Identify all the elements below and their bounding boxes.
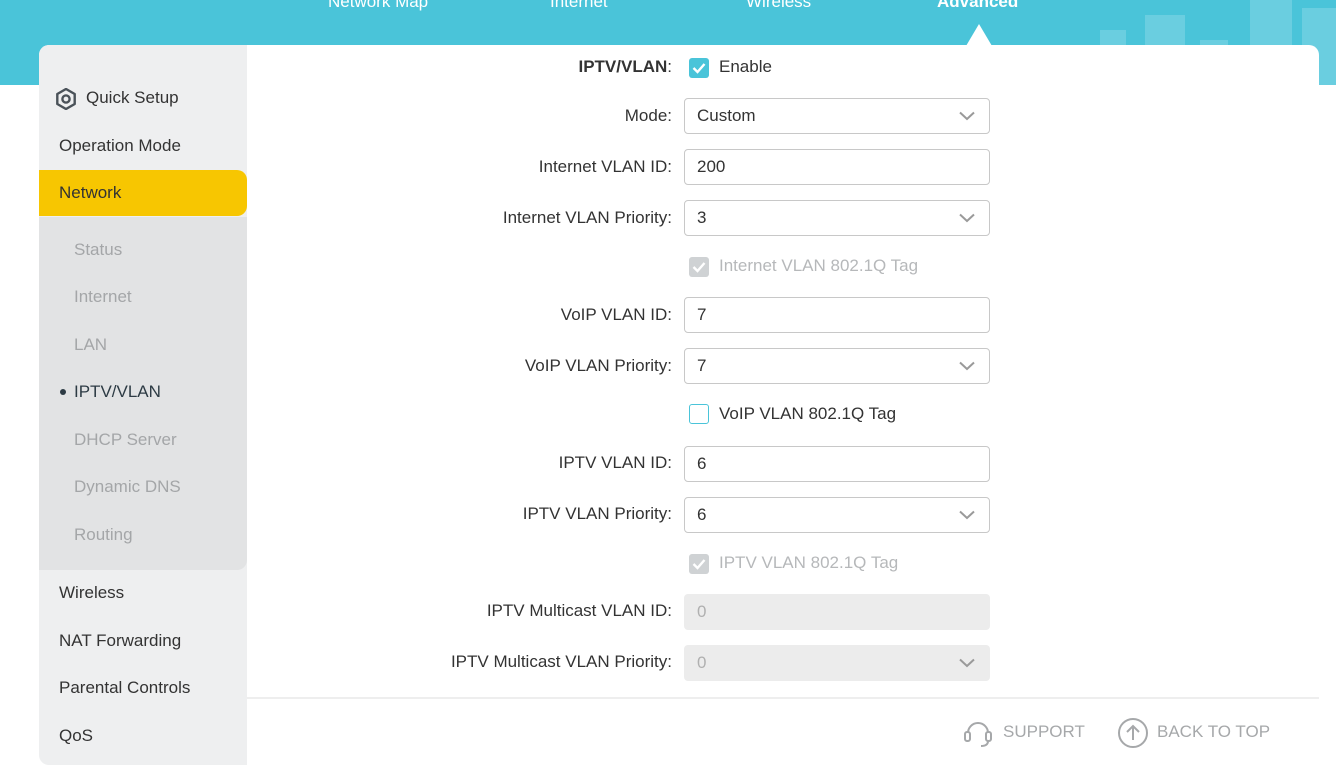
chevron-down-icon [959,361,975,371]
voip-vlan-priority-label: VoIP VLAN Priority: [524,356,672,375]
iptv-multicast-vlan-priority-value: 0 [697,653,707,672]
sidebar-item-label: Quick Setup [86,88,179,107]
headset-icon [964,722,992,747]
mode-label: Mode: [624,106,672,125]
top-nav: Network Map Internet Wireless Advanced [0,0,1336,14]
voip-vlan-tag-label: VoIP VLAN 802.1Q Tag [719,404,897,423]
checkmark-icon [692,63,706,74]
voip-vlan-tag-checkbox[interactable] [689,404,709,424]
voip-vlan-priority-select[interactable]: 7 [684,348,990,384]
checkmark-icon [692,262,706,273]
internet-vlan-id-label: Internet VLAN ID: [538,157,672,176]
footer-divider [247,697,1319,699]
sidebar-item-label: QoS [59,726,94,745]
tab-network-map[interactable]: Network Map [328,0,428,12]
mode-select[interactable]: Custom [684,98,990,134]
iptv-multicast-vlan-priority-select[interactable]: 0 [684,645,990,681]
tab-wireless[interactable]: Wireless [746,0,811,12]
chevron-down-icon [959,658,975,668]
submenu-item-routing[interactable]: Routing [74,520,133,550]
internet-vlan-tag-label: Internet VLAN 802.1Q Tag [719,256,919,275]
iptv-vlan-id-input[interactable]: 6 [684,446,990,482]
current-item-dot [60,389,66,395]
voip-vlan-priority-value: 7 [697,356,707,375]
support-label: SUPPORT [1003,722,1085,741]
voip-vlan-id-input[interactable]: 7 [684,297,990,333]
internet-vlan-id-value: 200 [697,157,726,176]
submenu-item-status[interactable]: Status [74,235,122,265]
iptv-vlan-priority-label: IPTV VLAN Priority: [522,504,672,523]
internet-vlan-id-input[interactable]: 200 [684,149,990,185]
submenu-item-dhcp-server[interactable]: DHCP Server [74,425,177,455]
iptv-vlan-id-value: 6 [697,454,707,473]
iptv-multicast-vlan-id-label: IPTV Multicast VLAN ID: [486,601,672,620]
chevron-down-icon [959,111,975,121]
sidebar-item-qos[interactable]: QoS [39,713,247,759]
sidebar-item-label: Wireless [59,583,125,602]
iptv-vlan-label: IPTV/VLAN: [578,57,672,76]
iptv-vlan-enable-checkbox[interactable] [689,58,709,78]
voip-vlan-id-label: VoIP VLAN ID: [560,305,672,324]
chevron-down-icon [959,213,975,223]
chevron-down-icon [959,510,975,520]
sidebar-item-label: Network [59,183,122,202]
tab-internet[interactable]: Internet [550,0,608,12]
sidebar-item-label: Operation Mode [59,136,181,155]
internet-vlan-tag-checkbox[interactable] [689,257,709,277]
voip-vlan-id-value: 7 [697,305,707,324]
internet-vlan-priority-select[interactable]: 3 [684,200,990,236]
submenu-item-iptv-vlan[interactable]: IPTV/VLAN [74,377,161,407]
iptv-vlan-id-label: IPTV VLAN ID: [558,453,672,472]
sidebar-item-label: NAT Forwarding [59,631,182,650]
iptv-vlan-tag-label: IPTV VLAN 802.1Q Tag [719,553,899,572]
arrow-up-circle-icon [1118,718,1148,748]
tab-advanced[interactable]: Advanced [937,0,1018,12]
iptv-vlan-priority-value: 6 [697,505,707,524]
sidebar-item-label: Parental Controls [59,678,191,697]
iptv-multicast-vlan-id-value: 0 [697,602,707,621]
iptv-vlan-tag-checkbox[interactable] [689,554,709,574]
back-to-top-label: BACK TO TOP [1157,722,1271,741]
enable-label: Enable [719,57,772,76]
submenu-item-dynamic-dns[interactable]: Dynamic DNS [74,472,181,502]
iptv-multicast-vlan-id-input[interactable]: 0 [684,594,990,630]
iptv-multicast-vlan-priority-label: IPTV Multicast VLAN Priority: [450,652,672,671]
internet-vlan-priority-value: 3 [697,208,707,227]
checkmark-icon [692,559,706,570]
mode-value: Custom [697,106,756,125]
active-tab-pointer [966,24,992,46]
iptv-vlan-priority-select[interactable]: 6 [684,497,990,533]
internet-vlan-priority-label: Internet VLAN Priority: [502,208,672,227]
